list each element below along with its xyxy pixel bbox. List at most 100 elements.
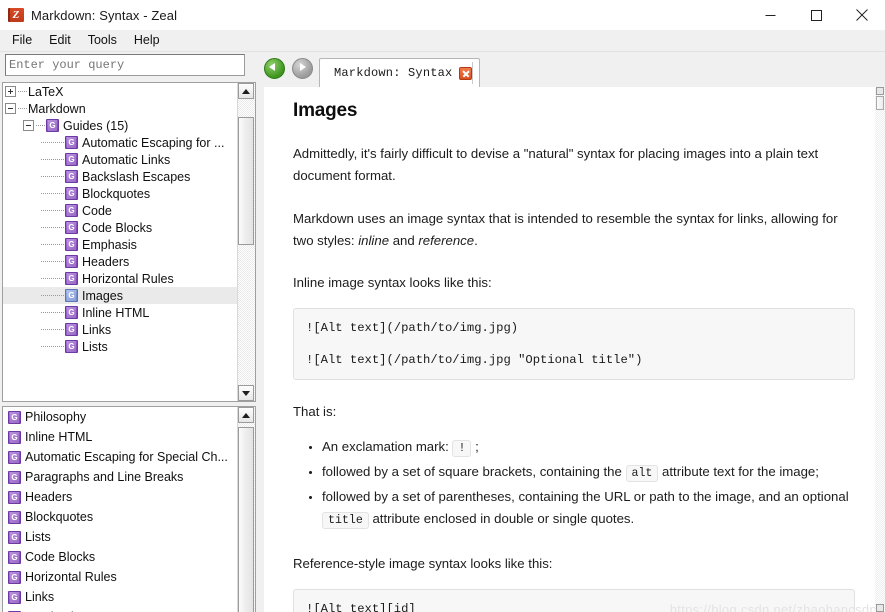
- document-view: Images Admittedly, it's fairly difficult…: [264, 87, 885, 612]
- tree-scrollbar[interactable]: [237, 83, 255, 401]
- paragraph-styles-c: .: [474, 233, 478, 248]
- list-item[interactable]: G Inline HTML: [3, 427, 239, 447]
- toc-scroll-thumb[interactable]: [238, 427, 254, 612]
- search-input[interactable]: [5, 54, 245, 76]
- code-block-reference-syntax: ![Alt text][id]: [293, 589, 855, 612]
- search-area: [5, 54, 245, 76]
- tree-connector: [18, 107, 27, 110]
- emphasis-inline: inline: [358, 233, 390, 248]
- docset-tree-list[interactable]: LaTeX Markdown G Guides (15) G Automatic Esca…: [3, 83, 237, 401]
- tree-item-code-blocks[interactable]: G Code Blocks: [3, 219, 237, 236]
- guide-icon: G: [65, 170, 78, 183]
- tree-item-code[interactable]: G Code: [3, 202, 237, 219]
- tree-item-images[interactable]: G Images: [3, 287, 237, 304]
- tree-item-automatic-links[interactable]: G Automatic Links: [3, 151, 237, 168]
- list-item-1-b: ;: [471, 439, 479, 454]
- document-scroll-up-button[interactable]: [876, 87, 884, 95]
- inline-code-bang: !: [452, 440, 472, 457]
- menu-file[interactable]: File: [4, 31, 40, 50]
- list-item[interactable]: G Blockquotes: [3, 507, 239, 527]
- list-item-label: Code Blocks: [25, 550, 96, 564]
- code-line-1: ![Alt text](/path/to/img.jpg): [306, 321, 519, 335]
- tree-connector: [41, 277, 64, 280]
- guide-icon: G: [65, 272, 78, 285]
- tree-item-label: LaTeX: [28, 84, 64, 99]
- close-icon[interactable]: [839, 0, 885, 30]
- tree-connector: [41, 243, 64, 246]
- zeal-window: Z Markdown: Syntax - Zeal File Edit Tool…: [0, 0, 885, 612]
- list-item[interactable]: G Links: [3, 587, 239, 607]
- list-item[interactable]: G Headers: [3, 487, 239, 507]
- tree-item-horizontal-rules[interactable]: G Horizontal Rules: [3, 270, 237, 287]
- document-scroll-thumb[interactable]: [876, 96, 884, 110]
- list-item[interactable]: G Paragraphs and Line Breaks: [3, 467, 239, 487]
- tree-item-label: Markdown: [28, 101, 86, 116]
- list-item[interactable]: GEmphasis: [3, 607, 239, 612]
- tree-item-label: Lists: [82, 339, 108, 354]
- code-line-3: ![Alt text][id]: [306, 602, 416, 612]
- minimize-icon[interactable]: [747, 0, 793, 30]
- list-item-label: Horizontal Rules: [25, 570, 117, 584]
- tree-item-automatic-escaping-for[interactable]: G Automatic Escaping for ...: [3, 134, 237, 151]
- toc-list-items[interactable]: G Philosophy G Inline HTML G Automatic Escapi…: [3, 407, 239, 612]
- tree-scroll-thumb[interactable]: [238, 117, 254, 245]
- tab-strip: Markdown: Syntax: [319, 52, 885, 87]
- tree-connector: [41, 226, 64, 229]
- list-item-label: Philosophy: [25, 410, 87, 424]
- tree-item-label: Headers: [82, 254, 130, 269]
- close-tab-icon[interactable]: [459, 66, 473, 80]
- tree-scroll-down-button[interactable]: [238, 385, 254, 401]
- list-item[interactable]: G Horizontal Rules: [3, 567, 239, 587]
- guide-icon: G: [8, 590, 21, 604]
- tree-scroll-up-button[interactable]: [238, 83, 254, 99]
- document-scrollbar[interactable]: [875, 87, 885, 612]
- list-item[interactable]: G Automatic Escaping for Special Ch...: [3, 447, 239, 467]
- list-item-2-a: followed by a set of square brackets, co…: [322, 464, 626, 479]
- tree-item-lists[interactable]: G Lists: [3, 338, 237, 355]
- tree-item-guides-15[interactable]: G Guides (15): [3, 117, 237, 134]
- tree-item-markdown[interactable]: Markdown: [3, 100, 237, 117]
- menu-tools[interactable]: Tools: [80, 31, 125, 50]
- list-item[interactable]: G Philosophy: [3, 407, 239, 427]
- list-item-3-b: attribute enclosed in double or single q…: [368, 511, 635, 526]
- list-item[interactable]: G Lists: [3, 527, 239, 547]
- tab-markdown-syntax[interactable]: Markdown: Syntax: [319, 58, 481, 87]
- forward-arrow-icon[interactable]: [292, 58, 313, 79]
- expand-icon[interactable]: [5, 86, 16, 97]
- tree-connector: [41, 141, 64, 144]
- document-scroll-down-button[interactable]: [876, 604, 884, 612]
- collapse-icon[interactable]: [5, 103, 16, 114]
- toc-scrollbar[interactable]: [237, 407, 255, 612]
- tree-item-inline-html[interactable]: G Inline HTML: [3, 304, 237, 321]
- tree-item-links[interactable]: G Links: [3, 321, 237, 338]
- menu-edit[interactable]: Edit: [41, 31, 79, 50]
- tree-item-backslash-escapes[interactable]: G Backslash Escapes: [3, 168, 237, 185]
- tree-item-emphasis[interactable]: G Emphasis: [3, 236, 237, 253]
- list-item: An exclamation mark: ! ;: [322, 436, 855, 460]
- guide-icon: G: [8, 450, 21, 464]
- menu-help[interactable]: Help: [126, 31, 168, 50]
- menu-bar: File Edit Tools Help: [0, 30, 885, 52]
- list-item-label: Lists: [25, 530, 51, 544]
- guide-icon: G: [8, 550, 21, 564]
- tree-item-label: Inline HTML: [82, 305, 150, 320]
- maximize-icon[interactable]: [793, 0, 839, 30]
- tree-item-latex[interactable]: LaTeX: [3, 83, 237, 100]
- guide-icon: G: [46, 119, 59, 132]
- collapse-icon[interactable]: [23, 120, 34, 131]
- list-item[interactable]: G Code Blocks: [3, 547, 239, 567]
- tree-item-blockquotes[interactable]: G Blockquotes: [3, 185, 237, 202]
- list-item-label: Blockquotes: [25, 510, 94, 524]
- tree-item-label: Automatic Escaping for ...: [82, 135, 225, 150]
- back-arrow-icon[interactable]: [264, 58, 285, 79]
- toc-scroll-up-button[interactable]: [238, 407, 254, 423]
- guide-icon: G: [8, 570, 21, 584]
- tree-item-label: Images: [82, 288, 123, 303]
- tree-connector: [41, 158, 64, 161]
- code-block-inline-syntax: ![Alt text](/path/to/img.jpg) ![Alt text]…: [293, 308, 855, 380]
- tree-connector: [41, 175, 64, 178]
- tree-item-headers[interactable]: G Headers: [3, 253, 237, 270]
- tree-item-label: Code Blocks: [82, 220, 153, 235]
